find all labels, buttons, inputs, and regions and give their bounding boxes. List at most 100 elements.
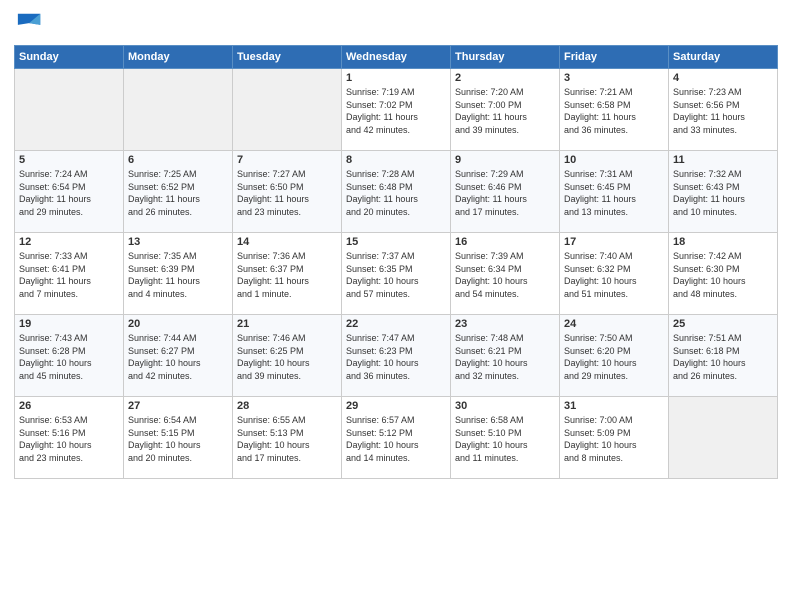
calendar-header-row: SundayMondayTuesdayWednesdayThursdayFrid… bbox=[15, 46, 778, 69]
day-info: Sunrise: 7:31 AM Sunset: 6:45 PM Dayligh… bbox=[564, 168, 664, 218]
calendar-day-cell: 11 Sunrise: 7:32 AM Sunset: 6:43 PM Dayli… bbox=[669, 151, 778, 233]
day-number: 25 bbox=[673, 318, 773, 330]
calendar-week-row: 19 Sunrise: 7:43 AM Sunset: 6:28 PM Dayli… bbox=[15, 315, 778, 397]
day-info: Sunrise: 7:36 AM Sunset: 6:37 PM Dayligh… bbox=[237, 250, 337, 300]
calendar-day-cell: 30 Sunrise: 6:58 AM Sunset: 5:10 PM Dayli… bbox=[451, 397, 560, 479]
day-number: 15 bbox=[346, 236, 446, 248]
day-info: Sunrise: 7:27 AM Sunset: 6:50 PM Dayligh… bbox=[237, 168, 337, 218]
calendar-day-cell: 12 Sunrise: 7:33 AM Sunset: 6:41 PM Dayli… bbox=[15, 233, 124, 315]
day-info: Sunrise: 7:23 AM Sunset: 6:56 PM Dayligh… bbox=[673, 86, 773, 136]
calendar-header-thursday: Thursday bbox=[451, 46, 560, 69]
calendar-day-cell: 29 Sunrise: 6:57 AM Sunset: 5:12 PM Dayli… bbox=[342, 397, 451, 479]
calendar-day-cell: 10 Sunrise: 7:31 AM Sunset: 6:45 PM Dayli… bbox=[560, 151, 669, 233]
day-number: 13 bbox=[128, 236, 228, 248]
calendar-week-row: 1 Sunrise: 7:19 AM Sunset: 7:02 PM Daylig… bbox=[15, 69, 778, 151]
day-number: 21 bbox=[237, 318, 337, 330]
calendar-week-row: 5 Sunrise: 7:24 AM Sunset: 6:54 PM Daylig… bbox=[15, 151, 778, 233]
calendar-day-cell bbox=[15, 69, 124, 151]
calendar-day-cell: 24 Sunrise: 7:50 AM Sunset: 6:20 PM Dayli… bbox=[560, 315, 669, 397]
calendar-day-cell: 7 Sunrise: 7:27 AM Sunset: 6:50 PM Daylig… bbox=[233, 151, 342, 233]
calendar-day-cell: 23Sunrise: 7:48 AM Sunset: 6:21 PM Dayli… bbox=[451, 315, 560, 397]
calendar-header-saturday: Saturday bbox=[669, 46, 778, 69]
day-info: Sunrise: 7:32 AM Sunset: 6:43 PM Dayligh… bbox=[673, 168, 773, 218]
day-info: Sunrise: 7:19 AM Sunset: 7:02 PM Dayligh… bbox=[346, 86, 446, 136]
day-number: 6 bbox=[128, 154, 228, 166]
calendar-day-cell bbox=[124, 69, 233, 151]
day-info: Sunrise: 6:55 AM Sunset: 5:13 PM Dayligh… bbox=[237, 414, 337, 464]
calendar-day-cell: 13 Sunrise: 7:35 AM Sunset: 6:39 PM Dayli… bbox=[124, 233, 233, 315]
calendar-day-cell: 25 Sunrise: 7:51 AM Sunset: 6:18 PM Dayli… bbox=[669, 315, 778, 397]
day-number: 31 bbox=[564, 400, 664, 412]
day-info: Sunrise: 7:39 AM Sunset: 6:34 PM Dayligh… bbox=[455, 250, 555, 300]
calendar-day-cell: 5 Sunrise: 7:24 AM Sunset: 6:54 PM Daylig… bbox=[15, 151, 124, 233]
day-info: Sunrise: 6:57 AM Sunset: 5:12 PM Dayligh… bbox=[346, 414, 446, 464]
calendar-day-cell: 26Sunrise: 6:53 AM Sunset: 5:16 PM Dayli… bbox=[15, 397, 124, 479]
day-info: Sunrise: 7:51 AM Sunset: 6:18 PM Dayligh… bbox=[673, 332, 773, 382]
day-number: 18 bbox=[673, 236, 773, 248]
calendar-header-monday: Monday bbox=[124, 46, 233, 69]
day-info: Sunrise: 7:35 AM Sunset: 6:39 PM Dayligh… bbox=[128, 250, 228, 300]
day-number: 23 bbox=[455, 318, 555, 330]
day-number: 20 bbox=[128, 318, 228, 330]
day-info: Sunrise: 7:42 AM Sunset: 6:30 PM Dayligh… bbox=[673, 250, 773, 300]
logo-flag-icon bbox=[16, 10, 44, 38]
calendar-day-cell: 17Sunrise: 7:40 AM Sunset: 6:32 PM Dayli… bbox=[560, 233, 669, 315]
calendar-table: SundayMondayTuesdayWednesdayThursdayFrid… bbox=[14, 45, 778, 479]
calendar-day-cell: 8Sunrise: 7:28 AM Sunset: 6:48 PM Daylig… bbox=[342, 151, 451, 233]
day-info: Sunrise: 7:46 AM Sunset: 6:25 PM Dayligh… bbox=[237, 332, 337, 382]
calendar-day-cell: 27 Sunrise: 6:54 AM Sunset: 5:15 PM Dayli… bbox=[124, 397, 233, 479]
day-info: Sunrise: 7:43 AM Sunset: 6:28 PM Dayligh… bbox=[19, 332, 119, 382]
calendar-day-cell: 14 Sunrise: 7:36 AM Sunset: 6:37 PM Dayli… bbox=[233, 233, 342, 315]
calendar-day-cell: 9 Sunrise: 7:29 AM Sunset: 6:46 PM Daylig… bbox=[451, 151, 560, 233]
calendar-day-cell: 2 Sunrise: 7:20 AM Sunset: 7:00 PM Daylig… bbox=[451, 69, 560, 151]
day-number: 5 bbox=[19, 154, 119, 166]
day-number: 24 bbox=[564, 318, 664, 330]
day-number: 10 bbox=[564, 154, 664, 166]
day-number: 9 bbox=[455, 154, 555, 166]
day-number: 27 bbox=[128, 400, 228, 412]
calendar-day-cell: 3Sunrise: 7:21 AM Sunset: 6:58 PM Daylig… bbox=[560, 69, 669, 151]
day-number: 19 bbox=[19, 318, 119, 330]
day-info: Sunrise: 7:44 AM Sunset: 6:27 PM Dayligh… bbox=[128, 332, 228, 382]
day-info: Sunrise: 7:29 AM Sunset: 6:46 PM Dayligh… bbox=[455, 168, 555, 218]
calendar-header-tuesday: Tuesday bbox=[233, 46, 342, 69]
calendar-day-cell: 18 Sunrise: 7:42 AM Sunset: 6:30 PM Dayli… bbox=[669, 233, 778, 315]
calendar-week-row: 26Sunrise: 6:53 AM Sunset: 5:16 PM Dayli… bbox=[15, 397, 778, 479]
day-number: 7 bbox=[237, 154, 337, 166]
day-number: 2 bbox=[455, 72, 555, 84]
day-number: 11 bbox=[673, 154, 773, 166]
calendar-day-cell: 16 Sunrise: 7:39 AM Sunset: 6:34 PM Dayli… bbox=[451, 233, 560, 315]
day-info: Sunrise: 7:20 AM Sunset: 7:00 PM Dayligh… bbox=[455, 86, 555, 136]
calendar-day-cell: 31 Sunrise: 7:00 AM Sunset: 5:09 PM Dayli… bbox=[560, 397, 669, 479]
header bbox=[14, 10, 778, 39]
calendar-day-cell: 4 Sunrise: 7:23 AM Sunset: 6:56 PM Daylig… bbox=[669, 69, 778, 151]
day-number: 22 bbox=[346, 318, 446, 330]
day-info: Sunrise: 6:58 AM Sunset: 5:10 PM Dayligh… bbox=[455, 414, 555, 464]
day-number: 29 bbox=[346, 400, 446, 412]
day-info: Sunrise: 7:37 AM Sunset: 6:35 PM Dayligh… bbox=[346, 250, 446, 300]
calendar-day-cell: 20 Sunrise: 7:44 AM Sunset: 6:27 PM Dayli… bbox=[124, 315, 233, 397]
day-info: Sunrise: 7:50 AM Sunset: 6:20 PM Dayligh… bbox=[564, 332, 664, 382]
day-number: 16 bbox=[455, 236, 555, 248]
logo bbox=[14, 10, 44, 39]
calendar-day-cell: 22 Sunrise: 7:47 AM Sunset: 6:23 PM Dayli… bbox=[342, 315, 451, 397]
day-number: 3 bbox=[564, 72, 664, 84]
calendar-day-cell: 28 Sunrise: 6:55 AM Sunset: 5:13 PM Dayli… bbox=[233, 397, 342, 479]
calendar-header-friday: Friday bbox=[560, 46, 669, 69]
day-number: 4 bbox=[673, 72, 773, 84]
calendar-day-cell: 15 Sunrise: 7:37 AM Sunset: 6:35 PM Dayli… bbox=[342, 233, 451, 315]
day-info: Sunrise: 7:00 AM Sunset: 5:09 PM Dayligh… bbox=[564, 414, 664, 464]
day-info: Sunrise: 6:54 AM Sunset: 5:15 PM Dayligh… bbox=[128, 414, 228, 464]
day-info: Sunrise: 7:33 AM Sunset: 6:41 PM Dayligh… bbox=[19, 250, 119, 300]
day-number: 1 bbox=[346, 72, 446, 84]
day-number: 30 bbox=[455, 400, 555, 412]
day-info: Sunrise: 6:53 AM Sunset: 5:16 PM Dayligh… bbox=[19, 414, 119, 464]
day-info: Sunrise: 7:25 AM Sunset: 6:52 PM Dayligh… bbox=[128, 168, 228, 218]
day-info: Sunrise: 7:47 AM Sunset: 6:23 PM Dayligh… bbox=[346, 332, 446, 382]
day-number: 28 bbox=[237, 400, 337, 412]
day-info: Sunrise: 7:24 AM Sunset: 6:54 PM Dayligh… bbox=[19, 168, 119, 218]
calendar-header-wednesday: Wednesday bbox=[342, 46, 451, 69]
calendar-day-cell bbox=[233, 69, 342, 151]
day-number: 12 bbox=[19, 236, 119, 248]
day-number: 14 bbox=[237, 236, 337, 248]
